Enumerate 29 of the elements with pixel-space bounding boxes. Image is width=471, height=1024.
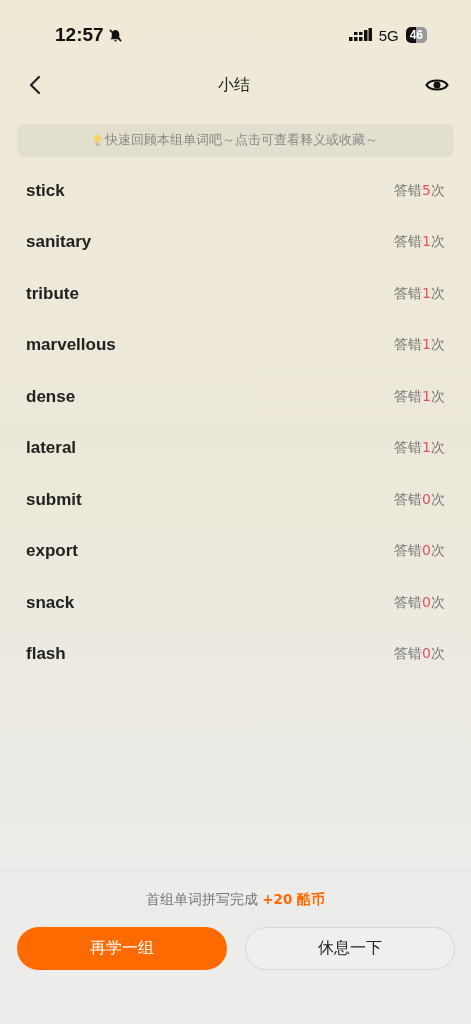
mistake-count: 答错5次 bbox=[394, 181, 445, 200]
mistake-count: 答错0次 bbox=[394, 593, 445, 612]
word-label[interactable]: marvellous bbox=[26, 335, 116, 356]
mistake-count: 答错1次 bbox=[394, 284, 445, 303]
signal-icon bbox=[348, 28, 372, 42]
word-label[interactable]: stick bbox=[26, 180, 65, 201]
word-label[interactable]: dense bbox=[26, 386, 76, 407]
lightbulb-icon bbox=[93, 134, 102, 147]
mistake-count: 答错0次 bbox=[394, 542, 445, 561]
muted-bell-icon bbox=[107, 27, 123, 43]
status-time: 12:57 bbox=[55, 24, 104, 46]
word-label[interactable]: flash bbox=[26, 644, 66, 665]
word-label[interactable]: submit bbox=[26, 489, 82, 510]
rest-button[interactable]: 休息一下 bbox=[244, 927, 455, 970]
word-label[interactable]: lateral bbox=[26, 438, 77, 459]
network-label: 5G bbox=[378, 26, 399, 44]
word-label[interactable]: snack bbox=[26, 592, 75, 613]
mistake-count: 答错0次 bbox=[394, 645, 445, 664]
mistake-count: 答错0次 bbox=[394, 490, 445, 509]
reward-message: 首组单词拼写完成 +20 酷币 bbox=[145, 891, 326, 909]
mistake-count: 答错1次 bbox=[394, 439, 445, 458]
tip-text: 快速回顾本组单词吧～点击可查看释义或收藏～ bbox=[105, 132, 378, 149]
mistake-count: 答错1次 bbox=[394, 387, 445, 406]
word-label[interactable]: tribute bbox=[26, 283, 79, 304]
word-label[interactable]: sanitary bbox=[26, 232, 92, 253]
page-title: 小结 bbox=[217, 74, 250, 96]
mistake-count: 答错1次 bbox=[394, 336, 445, 355]
word-label[interactable]: export bbox=[26, 541, 78, 562]
mistake-count: 答错1次 bbox=[394, 233, 445, 252]
